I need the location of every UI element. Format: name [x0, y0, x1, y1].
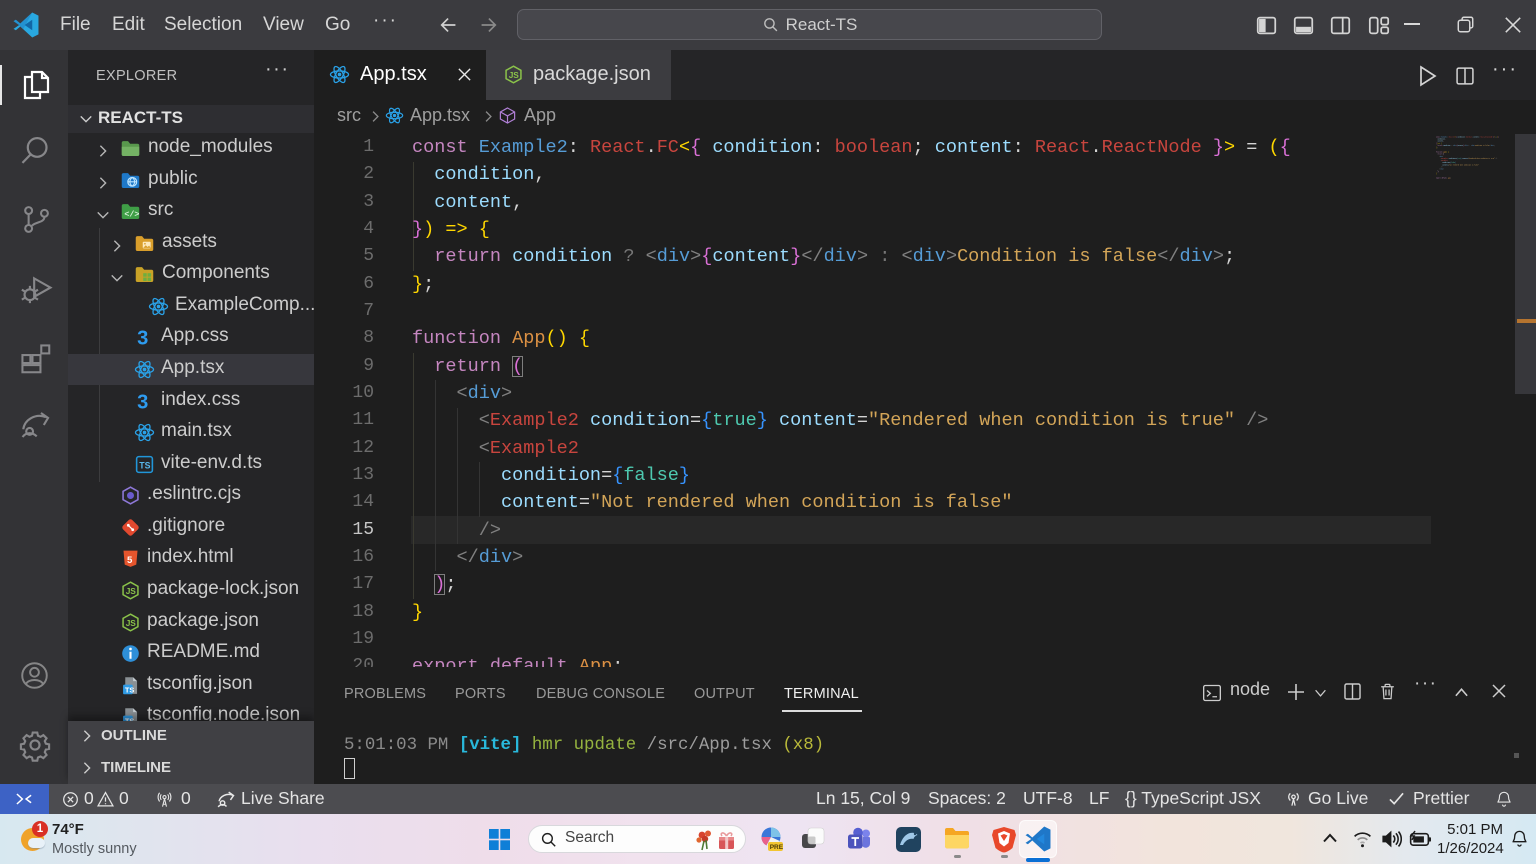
svg-text:5: 5: [127, 555, 133, 566]
svg-text:JS: JS: [126, 586, 137, 596]
svg-text:TS: TS: [125, 685, 135, 694]
svg-text:TS: TS: [139, 460, 150, 470]
svg-text:PRE: PRE: [770, 844, 784, 851]
svg-text:</>: </>: [124, 209, 139, 219]
svg-text:3: 3: [137, 392, 148, 413]
svg-text:JS: JS: [509, 70, 520, 80]
svg-text:3: 3: [137, 328, 148, 349]
svg-text:JS: JS: [126, 618, 137, 628]
